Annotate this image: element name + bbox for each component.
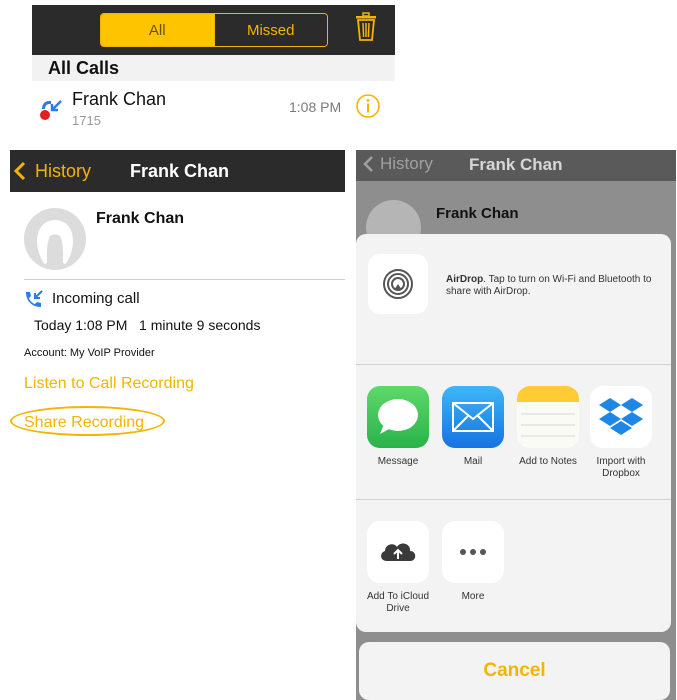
- cancel-button[interactable]: Cancel: [359, 642, 670, 700]
- chevron-left-icon: [13, 161, 26, 181]
- call-contact-name[interactable]: Frank Chan: [72, 89, 166, 110]
- dimmed-back-button: History: [362, 154, 433, 174]
- share-sheet-screen: History Frank Chan Frank Chan AirDrop. T…: [356, 150, 676, 700]
- airdrop-title: AirDrop: [446, 274, 484, 285]
- tab-missed[interactable]: Missed: [213, 14, 327, 46]
- cloud-upload-icon: [367, 521, 429, 583]
- notes-icon: [517, 386, 579, 448]
- contact-name: Frank Chan: [96, 210, 185, 227]
- listen-recording-link[interactable]: Listen to Call Recording: [24, 375, 194, 393]
- share-sheet: AirDrop. Tap to turn on Wi-Fi and Blueto…: [356, 234, 671, 632]
- tab-all[interactable]: All: [101, 14, 214, 46]
- share-app-label: Mail: [463, 456, 483, 467]
- call-date-duration: Today 1:08 PM 1 minute 9 seconds: [34, 317, 261, 333]
- back-label: History: [380, 154, 433, 173]
- action-label: More: [461, 591, 485, 602]
- call-filter-segmented-control: All Missed: [100, 13, 328, 47]
- all-calls-section-header: All Calls: [32, 55, 395, 81]
- call-contact-number: 1715: [72, 113, 101, 128]
- share-app-label: Message: [377, 456, 419, 467]
- page-title: Frank Chan: [130, 161, 230, 181]
- dropbox-icon: [590, 386, 652, 448]
- share-app-notes[interactable]: Add to Notes: [515, 386, 581, 468]
- airdrop-icon[interactable]: [368, 254, 428, 314]
- action-label: Add To iCloud Drive: [366, 591, 430, 614]
- chevron-left-icon: [363, 156, 373, 172]
- divider: [24, 279, 345, 280]
- call-time: 1:08 PM: [289, 99, 342, 115]
- action-icloud-drive[interactable]: Add To iCloud Drive: [365, 521, 431, 615]
- missed-call-icon: [40, 100, 62, 120]
- share-app-message[interactable]: Message: [365, 386, 431, 468]
- message-icon: [367, 386, 429, 448]
- action-more[interactable]: More: [440, 521, 506, 603]
- trash-icon[interactable]: [355, 12, 377, 42]
- share-app-mail[interactable]: Mail: [440, 386, 506, 468]
- info-icon[interactable]: [356, 94, 380, 118]
- back-label: History: [35, 160, 92, 181]
- share-app-dropbox[interactable]: Import with Dropbox: [588, 386, 654, 480]
- call-type: Incoming call: [52, 290, 140, 307]
- account-label: Account: My VoIP Provider: [24, 347, 155, 359]
- person-silhouette-icon: [37, 220, 73, 264]
- avatar: [24, 208, 86, 270]
- dimmed-contact-name: Frank Chan: [436, 205, 519, 222]
- incoming-call-icon: [26, 290, 43, 307]
- divider: [356, 364, 671, 365]
- airdrop-description: AirDrop. Tap to turn on Wi-Fi and Blueto…: [446, 274, 666, 298]
- mail-icon: [442, 386, 504, 448]
- share-app-label: Import with Dropbox: [596, 456, 646, 479]
- share-recording-link[interactable]: Share Recording: [24, 414, 144, 432]
- share-app-label: Add to Notes: [519, 456, 577, 467]
- back-button[interactable]: History: [13, 150, 91, 192]
- divider: [356, 499, 671, 500]
- dimmed-title: Frank Chan: [469, 155, 563, 174]
- more-icon: [442, 521, 504, 583]
